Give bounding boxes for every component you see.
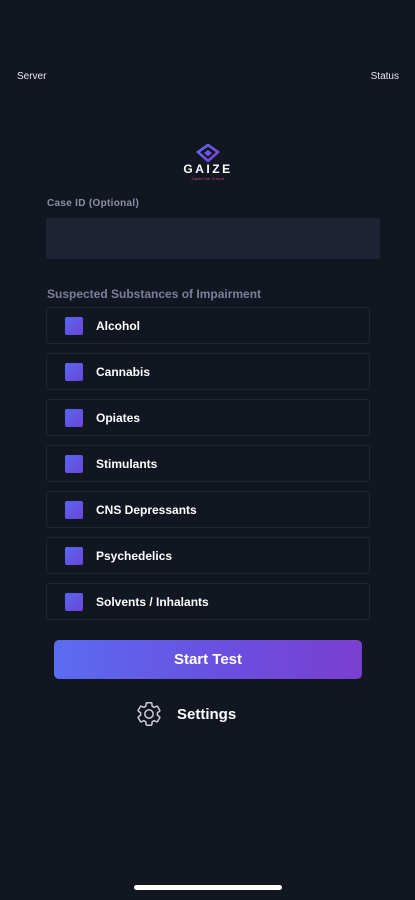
substance-label: Solvents / Inhalants [96,594,209,609]
settings-button[interactable]: Settings [135,698,236,730]
substance-label: Stimulants [96,456,158,471]
status-indicator[interactable]: Status [371,71,399,82]
substance-label: Psychedelics [96,548,173,563]
gear-icon [137,702,161,726]
gaize-logo: GAIZE Gaize the Future [183,144,233,190]
substance-item-solvents-inhalants[interactable]: Solvents / Inhalants [46,583,370,620]
case-id-label: Case ID (Optional) [47,198,140,209]
checkbox[interactable] [65,500,83,519]
checkbox[interactable] [65,546,83,565]
start-test-button[interactable]: Start Test [54,640,362,679]
settings-label: Settings [177,705,237,723]
logo-wordmark: GAIZE [183,162,233,176]
logo-tagline: Gaize the Future [191,176,225,181]
checkbox[interactable] [65,316,83,335]
substance-item-opiates[interactable]: Opiates [46,399,370,436]
substance-item-cns-depressants[interactable]: CNS Depressants [46,491,370,528]
substance-label: Alcohol [96,318,140,333]
substance-item-cannabis[interactable]: Cannabis [46,353,370,390]
substance-label: Cannabis [96,364,151,379]
substance-item-psychedelics[interactable]: Psychedelics [46,537,370,574]
app-screen: Server Status GAIZE Gaize the Future Cas… [0,0,415,900]
checkbox[interactable] [65,362,83,381]
gaize-logo-icon [196,144,220,162]
substance-label: Opiates [96,410,141,425]
substance-item-alcohol[interactable]: Alcohol [46,307,370,344]
home-indicator[interactable] [134,885,282,890]
checkbox[interactable] [65,408,83,427]
server-indicator[interactable]: Server [17,71,46,82]
substance-item-stimulants[interactable]: Stimulants [46,445,370,482]
substance-label: CNS Depressants [96,502,197,517]
substances-section-label: Suspected Substances of Impairment [47,287,262,301]
checkbox[interactable] [65,592,83,611]
case-id-input[interactable] [46,218,380,259]
checkbox[interactable] [65,454,83,473]
